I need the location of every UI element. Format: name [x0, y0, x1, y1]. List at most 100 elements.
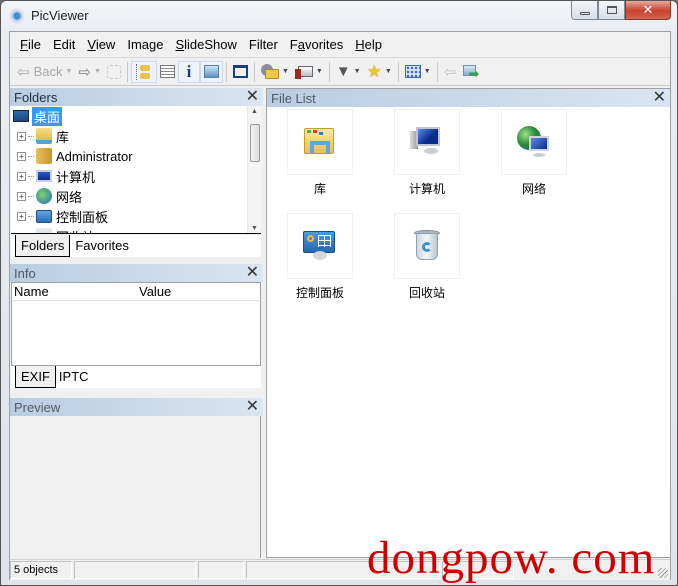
slideshow-icon [294, 64, 313, 80]
column-value[interactable]: Value [137, 284, 171, 299]
filter-icon: ▼ [335, 63, 351, 80]
info-panel: Info ✕ [10, 264, 263, 282]
menu-edit[interactable]: Edit [47, 37, 81, 52]
close-file-list-button[interactable]: ✕ [653, 90, 666, 106]
tree-item-label: 计算机 [56, 169, 96, 185]
title-bar[interactable]: PicViewer ✕ [1, 1, 677, 31]
tab-folders[interactable]: Folders [15, 235, 71, 257]
file-item-label: 计算机 [408, 182, 445, 196]
favorites-dropdown-icon[interactable]: ▼ [385, 68, 392, 75]
close-preview-panel-button[interactable]: ✕ [246, 399, 259, 415]
scroll-down-icon[interactable]: ▼ [251, 225, 258, 232]
preview-panel: Preview ✕ [10, 398, 263, 416]
expand-icon[interactable]: + [17, 191, 26, 201]
file-list-toggle-button[interactable] [157, 61, 178, 83]
expand-icon[interactable]: + [17, 171, 26, 181]
folder-tree-icon [135, 63, 153, 80]
next-image-button[interactable]: ➡ [459, 61, 483, 83]
file-item-library[interactable]: 库 [287, 109, 353, 197]
filter-dropdown-icon[interactable]: ▼ [354, 68, 361, 75]
forward-dropdown-icon[interactable]: ▼ [94, 68, 101, 75]
close-button[interactable]: ✕ [625, 1, 671, 20]
fullscreen-icon [232, 65, 248, 78]
info-toggle-button[interactable]: i [177, 60, 200, 83]
menu-image[interactable]: Image [121, 37, 169, 52]
filter-button[interactable]: ▼ ▼ [333, 61, 364, 83]
file-item-label: 库 [313, 182, 326, 196]
up-folder-button[interactable] [104, 61, 124, 83]
menu-view[interactable]: View [81, 37, 121, 52]
expand-icon[interactable]: + [17, 211, 26, 221]
app-window: PicViewer ✕ File Edit View Image SlideSh… [0, 0, 678, 586]
menu-help[interactable]: Help [349, 37, 388, 52]
tab-exif[interactable]: EXIF [15, 366, 56, 388]
star-icon: ★ [366, 61, 382, 81]
tree-item-administrator[interactable]: + Administrator [11, 146, 261, 166]
file-item-recycle-bin[interactable]: 回收站 [394, 213, 460, 301]
back-arrow-icon: ⇦ [17, 63, 30, 81]
slideshow-dropdown-icon[interactable]: ▼ [316, 68, 323, 75]
file-item-network[interactable]: 网络 [501, 109, 567, 197]
status-pane-2 [74, 561, 196, 579]
tree-item-label: 回收站 [56, 227, 95, 234]
tab-favorites[interactable]: Favorites [70, 235, 133, 257]
maximize-button[interactable] [598, 1, 625, 20]
thumbnail [287, 109, 353, 175]
expand-icon[interactable]: + [17, 151, 26, 161]
file-item-label: 网络 [521, 182, 546, 196]
forward-button[interactable]: ⇨ ▼ [75, 61, 104, 83]
folder-tree-scrollbar[interactable]: ▲ ▼ [247, 106, 261, 233]
folders-panel-title: Folders [14, 89, 58, 105]
tree-item-network[interactable]: + 网络 [11, 186, 261, 206]
preview-toggle-button[interactable] [199, 60, 223, 83]
scrollbar-thumb[interactable] [250, 124, 260, 162]
tree-item-desktop[interactable]: 桌面 [11, 106, 261, 126]
folder-tree: 桌面 + 库 + Administrator + 计算机 + 网络 + 控制面板… [11, 106, 261, 234]
close-info-panel-button[interactable]: ✕ [246, 265, 259, 281]
file-list-title: File List [271, 90, 316, 106]
left-panels: Folders ✕ 桌面 + 库 + Administrator + 计算机 +… [10, 88, 263, 558]
file-item-control-panel[interactable]: 控制面板 [287, 213, 353, 301]
tab-iptc[interactable]: IPTC [56, 366, 94, 388]
fullscreen-button[interactable] [230, 61, 251, 83]
favorites-button[interactable]: ★ ▼ [364, 61, 395, 83]
scroll-up-icon[interactable]: ▲ [251, 108, 258, 115]
info-panel-title: Info [14, 265, 36, 281]
thumbnails-view-icon [404, 65, 421, 78]
column-name[interactable]: Name [12, 284, 137, 299]
close-folders-panel-button[interactable]: ✕ [246, 89, 259, 105]
list-view-icon [159, 65, 175, 78]
menu-filter[interactable]: Filter [243, 37, 284, 52]
browse-dropdown-icon[interactable]: ▼ [282, 68, 289, 75]
toolbar-separator [225, 61, 227, 82]
folders-toggle-button[interactable] [130, 60, 157, 83]
tree-item-control-panel[interactable]: + 控制面板 [11, 206, 261, 226]
menu-favorites[interactable]: Favorites [284, 37, 349, 52]
back-dropdown-icon[interactable]: ▼ [65, 68, 72, 75]
info-list-header: Name Value [12, 283, 260, 301]
minimize-button[interactable] [571, 1, 598, 20]
computer-icon [36, 170, 52, 182]
file-item-computer[interactable]: 计算机 [394, 109, 460, 197]
menu-slideshow[interactable]: SlideShow [169, 37, 242, 52]
library-icon [36, 128, 52, 144]
folders-panel-header: Folders ✕ [10, 88, 263, 106]
thumbnail [394, 213, 460, 279]
view-mode-button[interactable]: ▼ [402, 61, 434, 83]
menu-file[interactable]: File [14, 37, 47, 52]
previous-image-button[interactable]: ⇦ [441, 61, 460, 83]
browse-folder-button[interactable]: ▼ [258, 61, 292, 83]
thumbnail [287, 213, 353, 279]
expand-icon[interactable]: + [17, 131, 26, 141]
slideshow-button[interactable]: ▼ [292, 61, 326, 83]
resize-grip[interactable] [658, 568, 668, 578]
toolbar-separator [253, 61, 255, 82]
tree-item-computer[interactable]: + 计算机 [11, 166, 261, 186]
tree-item-label: Administrator [56, 148, 133, 164]
tree-item-library[interactable]: + 库 [11, 126, 261, 146]
back-button[interactable]: ⇦ Back ▼ [14, 61, 75, 83]
tree-item-recycle-bin[interactable]: + 回收站 [11, 226, 261, 234]
tree-item-label: 网络 [56, 189, 83, 205]
preview-panel-title: Preview [14, 399, 61, 415]
view-mode-dropdown-icon[interactable]: ▼ [424, 68, 431, 75]
